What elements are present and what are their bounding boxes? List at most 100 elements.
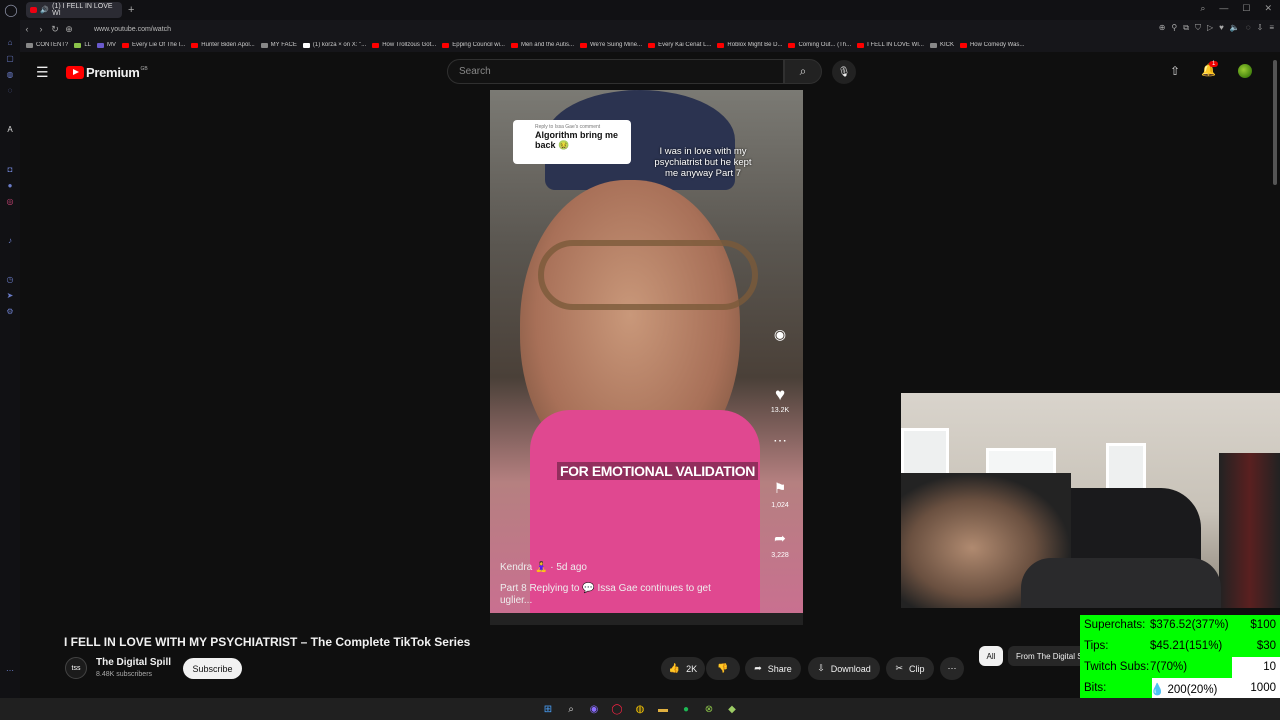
bookmark-item[interactable]: I FELL IN LOVE WI...: [857, 42, 924, 48]
menu-icon[interactable]: ≡: [1269, 23, 1274, 33]
home-icon[interactable]: ⌂: [5, 38, 15, 48]
bookmark-item[interactable]: Hunter Biden Apol...: [191, 42, 255, 48]
page-scrollbar[interactable]: [1273, 60, 1277, 185]
streamer-webcam: [901, 393, 1280, 608]
back-icon[interactable]: ‹: [20, 24, 34, 34]
clip-button[interactable]: ✂ Clip: [886, 657, 934, 680]
messenger-blue-icon[interactable]: ●: [5, 181, 15, 191]
player-progress-area[interactable]: [490, 613, 803, 625]
channel-name[interactable]: The Digital Spill: [96, 657, 171, 668]
dislike-button[interactable]: 👎: [706, 657, 740, 680]
more-icon[interactable]: ⋯: [5, 666, 15, 676]
new-tab-plus-icon[interactable]: +: [128, 4, 134, 16]
bookmark-item[interactable]: Men and the Autis...: [510, 42, 574, 48]
video-player[interactable]: Reply to Issa Gae's comment Algorithm br…: [490, 90, 803, 613]
download-icon[interactable]: ⇩: [1257, 23, 1264, 33]
music-icon[interactable]: ♪: [5, 236, 15, 246]
bookmark-item[interactable]: MV: [97, 42, 116, 48]
hamburger-menu-icon[interactable]: ☰: [36, 64, 49, 81]
opera-icon[interactable]: ◯: [611, 703, 623, 715]
maximize-icon[interactable]: ☐: [1242, 3, 1250, 14]
vpn-shield-icon[interactable]: ⛉: [1195, 23, 1201, 33]
chat-icon[interactable]: ◌: [1246, 23, 1251, 33]
file-explorer-icon[interactable]: ▬: [657, 703, 669, 715]
opera-logo-icon[interactable]: ◯: [0, 0, 22, 20]
donation-goal-goal: 10: [1263, 661, 1276, 673]
zoom-icon[interactable]: ⊕: [1159, 23, 1166, 33]
more-actions-button[interactable]: ⋯: [940, 657, 964, 680]
tiktok-comment-icon: ⋯: [773, 432, 787, 448]
bookmark-favicon-icon: [260, 42, 268, 48]
bookmark-item[interactable]: Every Kai Cenat L...: [648, 42, 711, 48]
heart-icon[interactable]: ♥: [1219, 23, 1224, 33]
history-icon[interactable]: ◷: [5, 275, 15, 285]
settings-icon[interactable]: ⚙: [5, 307, 15, 317]
download-button[interactable]: ⇩ Download: [808, 657, 880, 680]
twitch-icon[interactable]: ◘: [5, 165, 15, 175]
bookmark-label: Men and the Autis...: [520, 42, 574, 48]
send-icon[interactable]: ➤: [5, 291, 15, 301]
volume-icon[interactable]: 🔈: [1230, 23, 1240, 33]
spotify-icon[interactable]: ●: [680, 703, 692, 715]
speaker-icon[interactable]: 🔊: [40, 6, 49, 14]
video-frame-glasses: [538, 240, 758, 310]
subscriber-count: 8.48K subscribers: [96, 671, 153, 678]
browser-tab[interactable]: 🔊 (1) I FELL IN LOVE WI: [26, 2, 122, 18]
like-button[interactable]: 👍 2K: [661, 657, 705, 680]
bag-icon[interactable]: ▢: [5, 54, 15, 64]
bookmark-item[interactable]: LL: [74, 42, 91, 48]
aria-icon[interactable]: A: [5, 125, 15, 135]
pin-icon[interactable]: ⚲: [1171, 23, 1177, 33]
bookmark-item[interactable]: We're Suing Mine...: [580, 42, 642, 48]
donation-goal-label: Twitch Subs:: [1084, 661, 1150, 673]
tiktok-description: Part 8 Replying to 💬 Issa Gae continues …: [500, 583, 711, 606]
bookmark-item[interactable]: Epping Council wi...: [442, 42, 505, 48]
app-icon[interactable]: ◆: [726, 703, 738, 715]
bookmark-item[interactable]: CONTENT?: [26, 42, 68, 48]
tiktok-save-icon: ⚑: [773, 480, 787, 496]
upload-icon[interactable]: ⇧: [1170, 64, 1180, 78]
instagram-icon[interactable]: ◎: [5, 197, 15, 207]
xbox-icon[interactable]: ⊗: [703, 703, 715, 715]
bookmark-item[interactable]: KICK: [929, 42, 954, 48]
bookmark-favicon-icon: [510, 42, 518, 48]
reload-icon[interactable]: ↻: [48, 24, 62, 35]
bookmark-item[interactable]: MY FACE: [260, 42, 297, 48]
bookmark-favicon-icon: [74, 42, 82, 48]
windows-start-icon[interactable]: ⊞: [542, 703, 554, 715]
bookmark-item[interactable]: Every Lie Of The I...: [122, 42, 185, 48]
forward-icon[interactable]: ›: [34, 24, 48, 34]
url-field[interactable]: www.youtube.com/watch: [94, 26, 171, 33]
play-icon[interactable]: ▷: [1207, 23, 1213, 33]
search-tabs-icon[interactable]: ⌕: [1200, 3, 1205, 14]
channel-avatar[interactable]: tss: [65, 657, 87, 679]
messenger-icon[interactable]: ◍: [5, 70, 15, 80]
chip-from-channel[interactable]: From The Digital Spill: [1008, 646, 1086, 666]
subscribe-button[interactable]: Subscribe: [183, 658, 242, 679]
close-window-icon[interactable]: ✕: [1264, 3, 1272, 14]
donation-goal-row: Twitch Subs: 7(70%) 10: [1080, 657, 1280, 678]
bookmark-item[interactable]: Coming Out... (Th...: [788, 42, 851, 48]
discord-icon[interactable]: ◉: [588, 703, 600, 715]
tiktok-author: Kendra 🧘‍♀️ · 5d ago: [500, 562, 587, 573]
account-avatar[interactable]: [1238, 64, 1252, 78]
bookmark-label: (1) korza × on X: "...: [312, 42, 367, 48]
bookmark-item[interactable]: How Comedy Was...: [959, 42, 1024, 48]
taskbar-search-icon[interactable]: ⌕: [565, 703, 577, 715]
chrome-icon[interactable]: ◍: [634, 703, 646, 715]
minimize-icon[interactable]: —: [1219, 3, 1228, 14]
youtube-header: ☰ Premium GB Search ⌕ 🎙 ⇧ 🔔 1: [20, 54, 1280, 90]
share-button[interactable]: ➦ Share: [745, 657, 801, 680]
chip-all[interactable]: All: [979, 646, 1003, 666]
youtube-premium-logo[interactable]: Premium GB: [66, 65, 148, 80]
snapshot-icon[interactable]: ⧉: [1183, 23, 1189, 33]
search-button[interactable]: ⌕: [784, 59, 822, 84]
bookmark-item[interactable]: How Trollzous Got...: [372, 42, 436, 48]
bookmark-favicon-icon: [97, 42, 105, 48]
bookmark-item[interactable]: Roblox Might Be D...: [717, 42, 782, 48]
whatsapp-icon[interactable]: ◌: [5, 86, 15, 96]
bookmark-label: Epping Council wi...: [452, 42, 505, 48]
bookmark-item[interactable]: (1) korza × on X: "...: [302, 42, 367, 48]
search-input[interactable]: Search: [447, 59, 784, 84]
voice-search-button[interactable]: 🎙: [832, 60, 856, 84]
